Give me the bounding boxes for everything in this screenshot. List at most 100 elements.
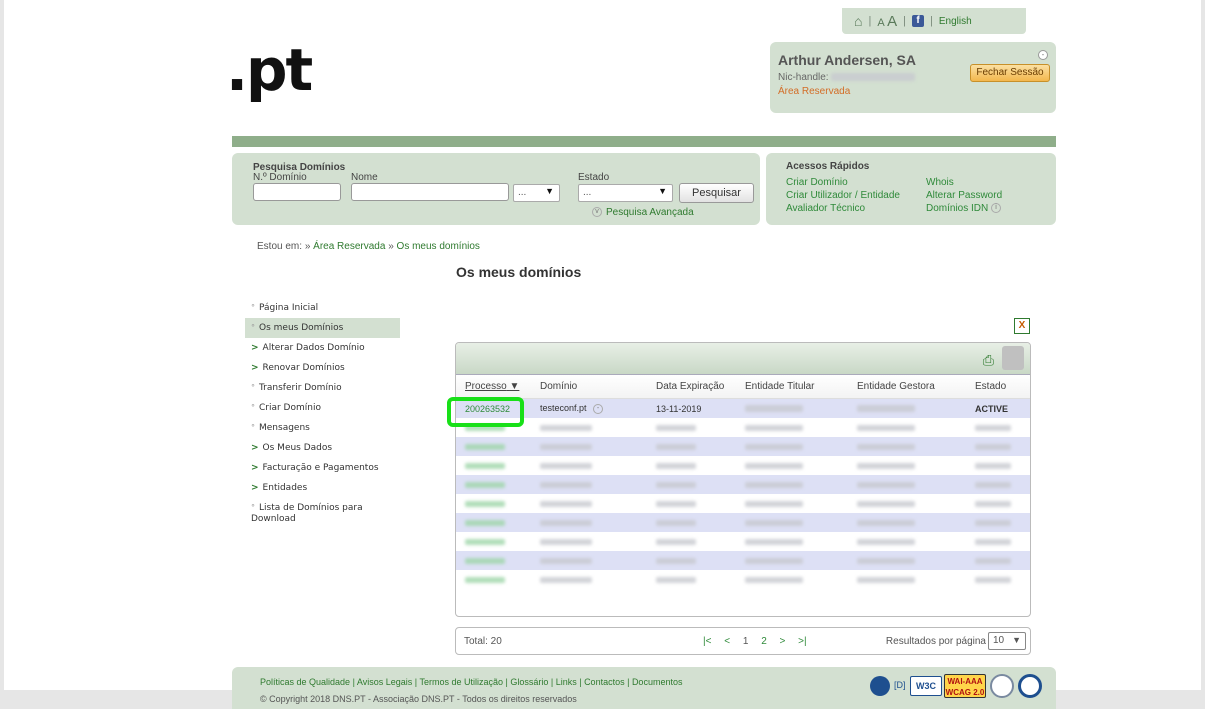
redacted-cell: [737, 499, 849, 509]
col-header-processo[interactable]: Processo ▼: [456, 381, 536, 392]
excel-export-icon[interactable]: X: [1014, 318, 1030, 334]
puzzle-icon[interactable]: [1002, 346, 1024, 370]
sidebar-item-entities[interactable]: > Entidades: [245, 478, 400, 498]
quick-link-change-password[interactable]: Alterar Password: [926, 190, 1002, 201]
table-row[interactable]: [456, 532, 1030, 551]
wcag-badge[interactable]: WAI-AAA WCAG 2.0: [944, 674, 986, 698]
redacted-cell: [737, 575, 849, 585]
page-1[interactable]: 1: [743, 636, 749, 647]
redacted-cell: [737, 423, 849, 433]
font-large-button[interactable]: A: [887, 13, 897, 30]
name-input[interactable]: [351, 183, 509, 201]
advanced-search-link[interactable]: v Pesquisa Avançada: [592, 207, 694, 218]
quick-link-whois[interactable]: Whois: [926, 177, 954, 188]
table-row[interactable]: [456, 513, 1030, 532]
redacted-cell: [849, 575, 967, 585]
footer-link[interactable]: Glossário: [510, 677, 548, 687]
acapo-badge-icon[interactable]: [990, 674, 1014, 698]
table-row[interactable]: [456, 418, 1030, 437]
sidebar-item-my-domains[interactable]: ° Os meus Domínios: [245, 318, 400, 338]
language-link[interactable]: English: [939, 16, 972, 27]
font-small-button[interactable]: A: [877, 17, 884, 29]
chevron-down-icon: ▼: [545, 186, 554, 196]
cert-badge-icon[interactable]: [1018, 674, 1042, 698]
breadcrumb-item[interactable]: Os meus domínios: [397, 241, 480, 252]
search-panel: Pesquisa Domínios N.º Domínio Nome ... ▼ …: [232, 153, 760, 225]
breadcrumb: Estou em: » Área Reservada » Os meus dom…: [257, 241, 480, 252]
table-row[interactable]: [456, 475, 1030, 494]
home-icon[interactable]: ⌂: [854, 13, 862, 29]
footer-link[interactable]: Termos de Utilização: [419, 677, 503, 687]
info-icon: i: [991, 203, 1002, 214]
sidebar-item-my-data[interactable]: > Os Meus Dados: [245, 438, 400, 458]
logo[interactable]: .pt: [226, 40, 313, 100]
col-header-data-expiracao[interactable]: Data Expiração: [648, 381, 737, 392]
area-reservada-link[interactable]: Área Reservada: [778, 86, 1048, 97]
last-page-button[interactable]: >|: [798, 636, 806, 647]
facebook-icon[interactable]: f: [912, 15, 924, 27]
domains-table: ⎙ Processo ▼ Domínio Data Expiração Enti…: [455, 342, 1031, 617]
sidebar-item-home[interactable]: ° Página Inicial: [245, 298, 400, 318]
breadcrumb-item[interactable]: Área Reservada: [313, 241, 385, 252]
state-select[interactable]: ... ▼: [578, 184, 673, 202]
per-page-select[interactable]: 10 ▼: [988, 632, 1026, 650]
table-row[interactable]: [456, 494, 1030, 513]
first-page-button[interactable]: |<: [703, 636, 711, 647]
redacted-cell: [737, 537, 849, 547]
page-2[interactable]: 2: [761, 636, 767, 647]
quick-link-create-user[interactable]: Criar Utilizador / Entidade: [786, 190, 900, 201]
footer-link[interactable]: Políticas de Qualidade: [260, 677, 350, 687]
font-size-controls[interactable]: A A: [877, 13, 897, 30]
extension-select[interactable]: ... ▼: [513, 184, 560, 202]
redacted-cell: [648, 423, 737, 433]
state-cell: ACTIVE: [975, 403, 1009, 414]
sidebar-item-change-domain-data[interactable]: > Alterar Dados Domínio: [245, 338, 400, 358]
domain-number-input[interactable]: [253, 183, 341, 201]
redacted-cell: [737, 461, 849, 471]
table-row[interactable]: 200263532 testeconf.pt - 13-11-2019 ACTI…: [456, 399, 1030, 418]
col-header-dominio[interactable]: Domínio: [536, 381, 648, 392]
quick-link-idn[interactable]: Domínios IDN i: [926, 203, 1002, 214]
footer-link[interactable]: Contactos: [584, 677, 625, 687]
w3c-badge[interactable]: W3C: [910, 676, 942, 696]
col-header-entidade-titular[interactable]: Entidade Titular: [737, 381, 849, 392]
prev-page-button[interactable]: <: [724, 636, 730, 647]
redacted-cell: [536, 499, 648, 509]
table-row[interactable]: [456, 456, 1030, 475]
redacted-cell: [648, 461, 737, 471]
print-icon[interactable]: ⎙: [983, 352, 994, 369]
sidebar-item-renew[interactable]: > Renovar Domínios: [245, 358, 400, 378]
sidebar-item-messages[interactable]: ° Mensagens: [245, 418, 400, 438]
redacted-cell: [456, 442, 536, 452]
table-toolbar: ⎙: [456, 343, 1030, 375]
search-button[interactable]: Pesquisar: [679, 183, 754, 203]
redacted-cell: [849, 480, 967, 490]
next-page-button[interactable]: >: [780, 636, 786, 647]
sidebar-item-download-list[interactable]: ° Lista de Domínios para Download: [245, 498, 365, 525]
redacted-cell: [456, 423, 536, 433]
d-link[interactable]: [D]: [894, 680, 906, 690]
footer-link[interactable]: Avisos Legais: [357, 677, 412, 687]
logout-button[interactable]: Fechar Sessão: [970, 64, 1050, 82]
quick-link-tech-evaluator[interactable]: Avaliador Técnico: [786, 203, 865, 214]
redacted-cell: [849, 556, 967, 566]
footer-link[interactable]: Documentos: [632, 677, 683, 687]
footer-link[interactable]: Links: [556, 677, 577, 687]
redacted-cell: [456, 518, 536, 528]
collapse-icon[interactable]: -: [1038, 50, 1048, 60]
domain-info-icon[interactable]: -: [593, 403, 604, 414]
table-row[interactable]: [456, 551, 1030, 570]
sidebar-item-billing[interactable]: > Facturação e Pagamentos: [245, 458, 400, 478]
sidebar-item-create[interactable]: ° Criar Domínio: [245, 398, 400, 418]
table-row[interactable]: [456, 437, 1030, 456]
processo-link[interactable]: 200263532: [456, 404, 536, 414]
accessibility-icon[interactable]: [870, 676, 890, 696]
table-row[interactable]: [456, 570, 1030, 589]
col-header-entidade-gestora[interactable]: Entidade Gestora: [849, 381, 967, 392]
col-header-estado[interactable]: Estado: [967, 381, 1030, 392]
redacted-cell: [967, 518, 1030, 528]
quick-link-create-domain[interactable]: Criar Domínio: [786, 177, 848, 188]
sidebar-item-transfer[interactable]: ° Transferir Domínio: [245, 378, 400, 398]
quick-access-panel: Acessos Rápidos Criar Domínio Criar Util…: [766, 153, 1056, 225]
per-page-label: Resultados por página: [885, 636, 986, 647]
